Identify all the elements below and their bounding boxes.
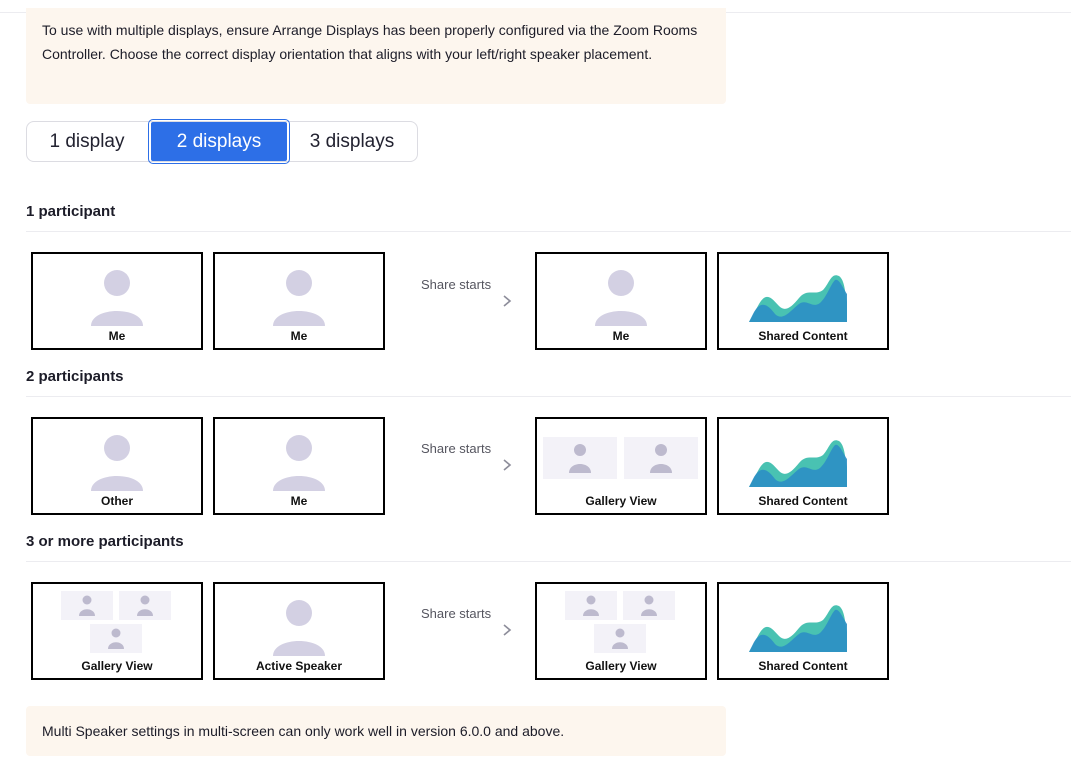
arrow-right-icon — [416, 459, 512, 471]
share-starts-label: Share starts — [421, 606, 492, 621]
share-starts-label: Share starts — [421, 441, 492, 456]
frame-caption: Me — [108, 329, 126, 343]
display-frame: Shared Content — [717, 252, 889, 350]
display-frame: Me — [535, 252, 707, 350]
section-divider — [26, 561, 1071, 562]
section-divider — [26, 396, 1071, 397]
section-title-1-participant: 1 participant — [26, 203, 116, 220]
display-frame: Me — [213, 252, 385, 350]
frame-caption: Shared Content — [758, 494, 848, 508]
display-frame: Active Speaker — [213, 582, 385, 680]
tab-2-displays[interactable]: 2 displays — [148, 119, 290, 164]
display-frame: Other — [31, 417, 203, 515]
section-divider — [26, 231, 1071, 232]
frame-caption: Gallery View — [585, 659, 657, 673]
arrow-right-icon — [416, 624, 512, 636]
frame-caption: Me — [290, 329, 308, 343]
tab-3-displays[interactable]: 3 displays — [287, 121, 417, 162]
section-title-2-participants: 2 participants — [26, 368, 124, 385]
display-frame: Shared Content — [717, 582, 889, 680]
display-count-tabs: 1 display 2 displays 3 displays — [26, 119, 418, 164]
arrow-right-icon — [416, 295, 512, 307]
display-frame: Gallery View — [535, 582, 707, 680]
display-frame: Gallery View — [31, 582, 203, 680]
frame-caption: Me — [612, 329, 630, 343]
frame-caption: Me — [290, 494, 308, 508]
display-frame: Gallery View — [535, 417, 707, 515]
tab-1-display[interactable]: 1 display — [27, 121, 147, 162]
display-frame: Me — [213, 417, 385, 515]
frame-caption: Gallery View — [585, 494, 657, 508]
frame-caption: Other — [100, 494, 133, 508]
display-frame: Me — [31, 252, 203, 350]
frame-caption: Active Speaker — [255, 659, 343, 673]
display-frame: Shared Content — [717, 417, 889, 515]
share-starts-label: Share starts — [421, 277, 492, 292]
frame-caption: Shared Content — [758, 659, 848, 673]
version-notice: Multi Speaker settings in multi-screen c… — [26, 706, 726, 756]
frame-caption: Gallery View — [81, 659, 153, 673]
multi-display-notice: To use with multiple displays, ensure Ar… — [26, 8, 726, 104]
section-title-3-or-more-participants: 3 or more participants — [26, 533, 184, 550]
frame-caption: Shared Content — [758, 329, 848, 343]
